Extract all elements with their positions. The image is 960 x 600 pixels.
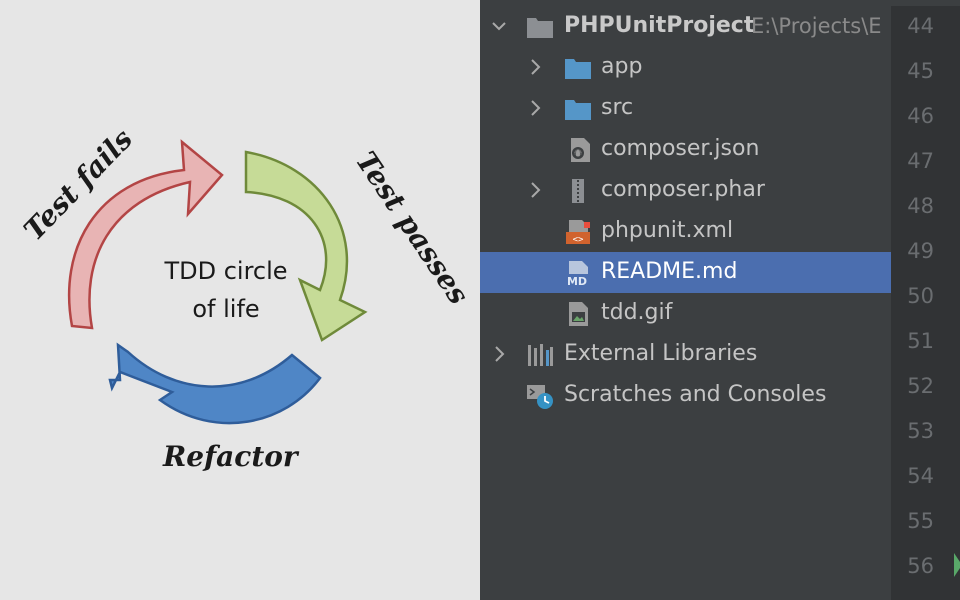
ide-panel: PHPUnitProject E:\Projects\E app src {} …: [480, 0, 960, 600]
tree-item-app[interactable]: app: [480, 47, 891, 88]
tree-item-label: Scratches and Consoles: [564, 382, 827, 407]
folder-icon: [527, 18, 553, 38]
label-test-passes: Test passes: [349, 145, 475, 310]
tree-item-src[interactable]: src: [480, 88, 891, 129]
line-number: 51: [907, 329, 934, 353]
green-arrow: [244, 150, 368, 342]
folder-icon: [565, 100, 591, 120]
line-number: 54: [907, 464, 934, 488]
line-number: 52: [907, 374, 934, 398]
tree-item-label: External Libraries: [564, 341, 758, 366]
chevron-down-icon[interactable]: [492, 17, 506, 35]
tree-item-scratches[interactable]: Scratches and Consoles: [480, 375, 891, 416]
svg-text:<>: <>: [573, 235, 584, 245]
line-number: 45: [907, 59, 934, 83]
phpunit-xml-icon: <>: [566, 220, 590, 245]
tree-item-tdd-gif[interactable]: tdd.gif: [480, 293, 891, 334]
svg-text:{}: {}: [574, 150, 583, 158]
line-number: 53: [907, 419, 934, 443]
scratches-icon: [527, 385, 553, 409]
chevron-right-icon[interactable]: [528, 99, 542, 117]
label-test-fails: Test fails: [17, 122, 139, 247]
line-number: 47: [907, 149, 934, 173]
tdd-cycle-graphic: TDD circle of life Test fails Test passe…: [17, 122, 475, 473]
tree-item-composer-phar[interactable]: composer.phar: [480, 170, 891, 211]
chevron-right-icon[interactable]: [528, 58, 542, 76]
center-text-line1: TDD circle: [163, 257, 287, 285]
line-number: 46: [907, 104, 934, 128]
tree-item-label: src: [601, 95, 634, 120]
tree-item-label: app: [601, 54, 643, 79]
json-file-icon: {}: [571, 138, 590, 162]
line-number: 44: [907, 14, 934, 38]
chevron-right-icon[interactable]: [528, 181, 542, 199]
image-file-icon: [569, 302, 588, 326]
line-number: 50: [907, 284, 934, 308]
svg-text:MD: MD: [567, 275, 587, 286]
tdd-diagram: TDD circle of life Test fails Test passe…: [0, 0, 480, 600]
tree-item-external-libraries[interactable]: External Libraries: [480, 334, 891, 375]
tree-item-label: tdd.gif: [601, 300, 673, 325]
run-gutter-icon[interactable]: [954, 553, 960, 577]
tree-item-label: README.md: [601, 259, 738, 284]
project-name: PHPUnitProject: [564, 13, 755, 38]
markdown-icon: MD: [567, 261, 588, 286]
blue-arrow: [108, 342, 322, 425]
project-path: E:\Projects\E: [751, 14, 882, 38]
line-number: 56: [907, 554, 934, 578]
tree-item-phpunit-xml[interactable]: <> phpunit.xml: [480, 211, 891, 252]
project-tree: PHPUnitProject E:\Projects\E app src {} …: [480, 0, 891, 600]
tree-item-label: composer.json: [601, 136, 760, 161]
tree-item-label: composer.phar: [601, 177, 765, 202]
line-number: 55: [907, 509, 934, 533]
gutter-top-edge: [891, 0, 960, 6]
editor-gutter: 44 45 46 47 48 49 50 51 52 53 54 55 56: [891, 0, 960, 600]
center-text-line2: of life: [192, 295, 259, 323]
tree-item-readme[interactable]: MD README.md: [480, 252, 891, 293]
archive-icon: [572, 179, 584, 203]
chevron-right-icon[interactable]: [492, 345, 506, 363]
tree-root-row[interactable]: PHPUnitProject E:\Projects\E: [480, 6, 891, 47]
library-icon: [528, 344, 553, 366]
label-refactor: Refactor: [162, 440, 300, 473]
folder-icon: [565, 59, 591, 79]
line-number: 48: [907, 194, 934, 218]
tree-item-label: phpunit.xml: [601, 218, 734, 243]
line-number: 49: [907, 239, 934, 263]
tree-item-composer-json[interactable]: {} composer.json: [480, 129, 891, 170]
